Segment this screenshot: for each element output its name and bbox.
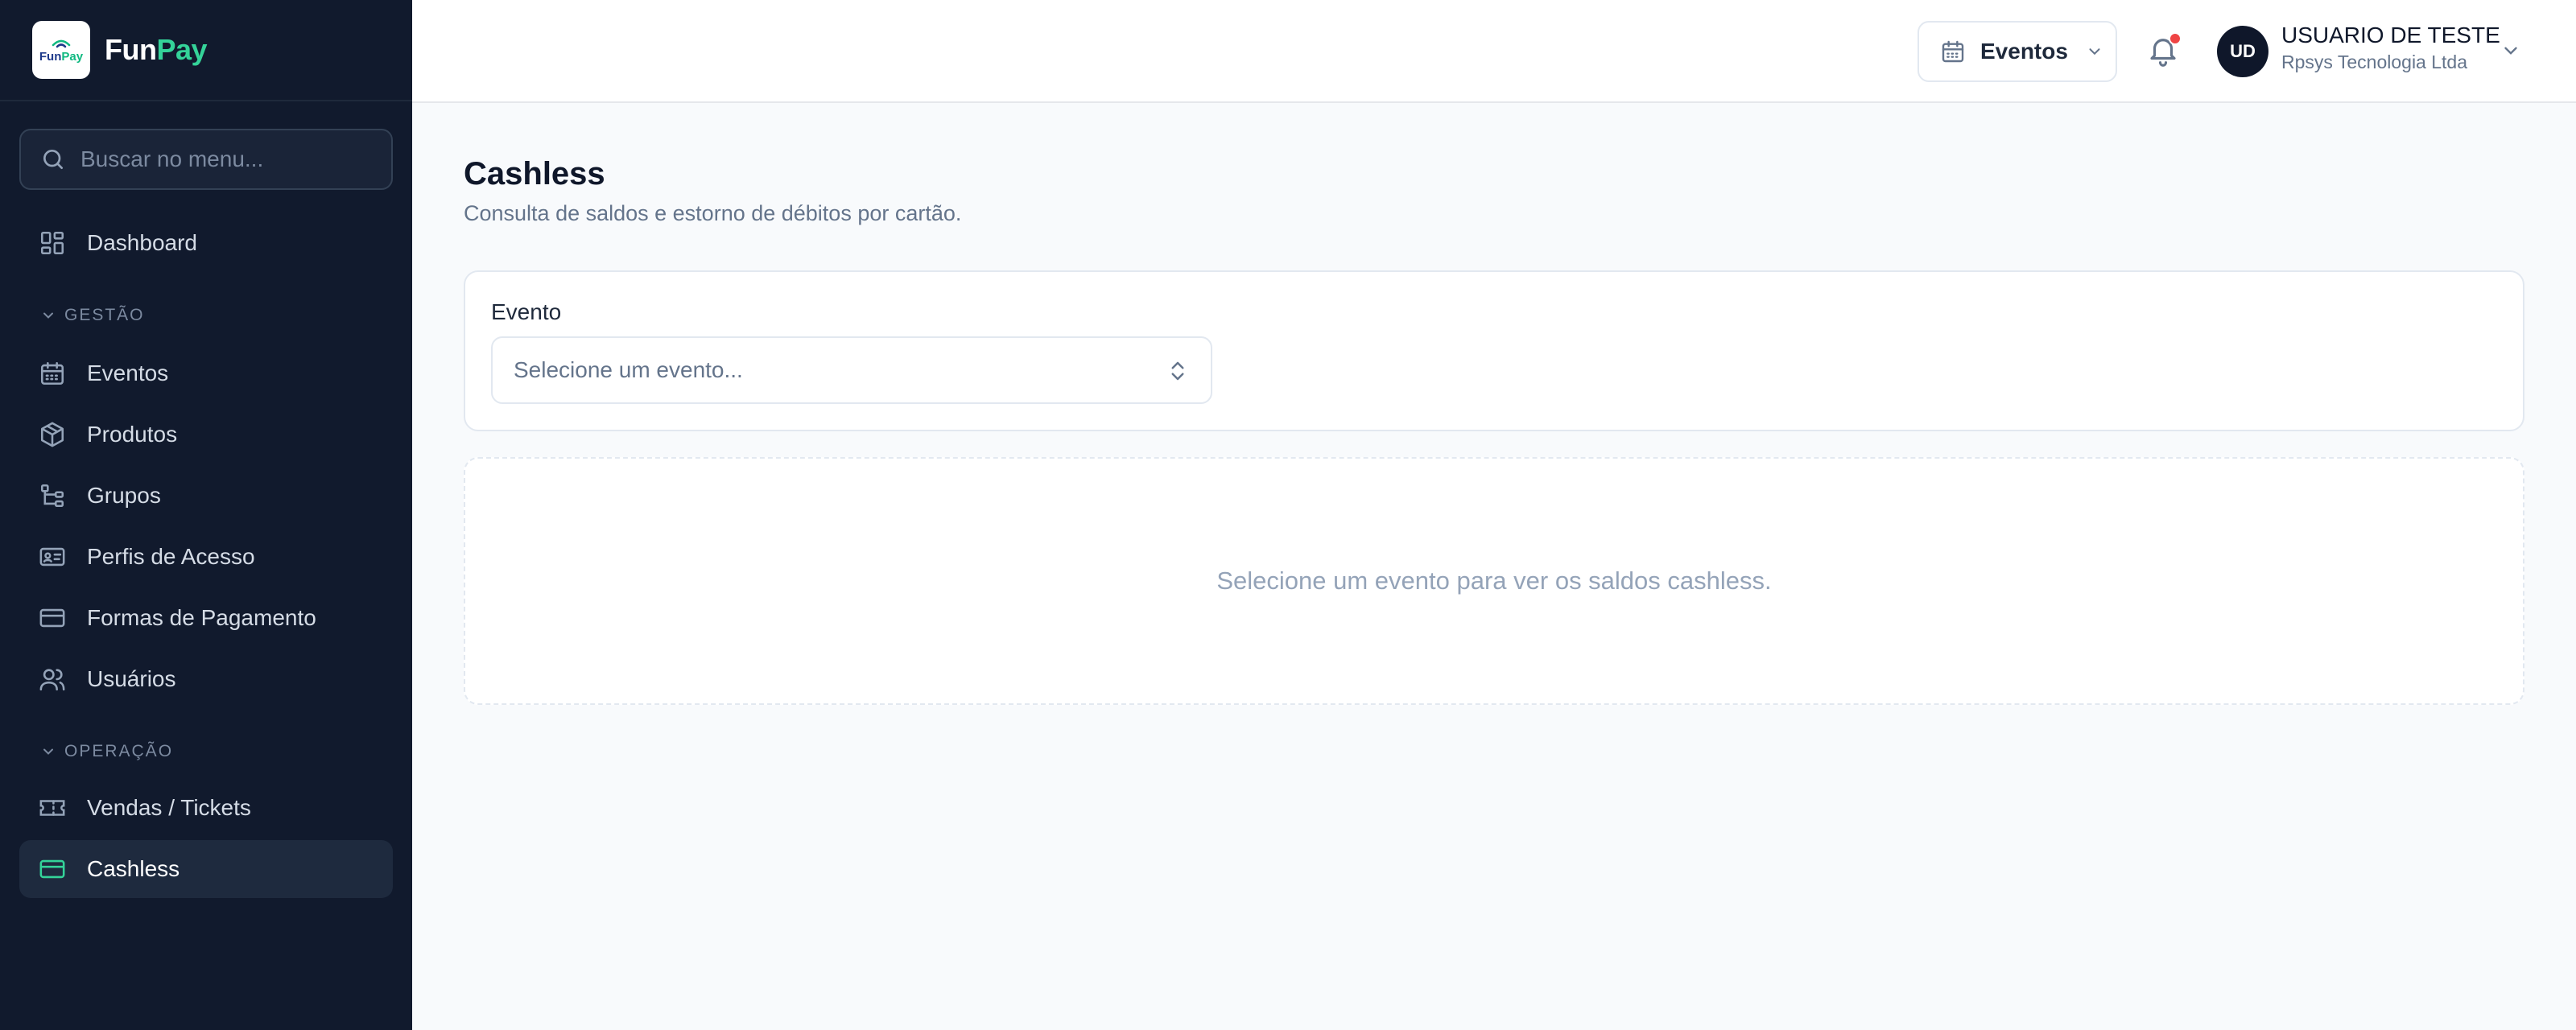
sidebar: FunPay FunPay Dashboard GESTÃO Eventos P… bbox=[0, 0, 412, 1030]
page-title: Cashless bbox=[464, 156, 605, 192]
logo-wifi-icon bbox=[52, 39, 71, 47]
event-select-placeholder: Selecione um evento... bbox=[514, 357, 743, 382]
user-name[interactable]: USUARIO DE TESTE bbox=[2281, 23, 2500, 48]
empty-state: Selecione um evento para ver os saldos c… bbox=[464, 457, 2524, 705]
sidebar-item-label: Grupos bbox=[87, 483, 161, 508]
users-icon bbox=[39, 669, 65, 691]
notification-dot bbox=[2169, 32, 2182, 45]
chevron-down-icon bbox=[43, 312, 53, 319]
section-label: GESTÃO bbox=[64, 306, 145, 324]
credit-card-icon bbox=[39, 859, 65, 879]
credit-card-icon bbox=[39, 608, 65, 628]
sidebar-item-cashless[interactable]: Cashless bbox=[19, 840, 393, 898]
chevron-down-icon bbox=[2089, 48, 2100, 56]
sidebar-item-label: Cashless bbox=[87, 856, 180, 881]
empty-state-message: Selecione um evento para ver os saldos c… bbox=[1216, 566, 1772, 595]
package-icon bbox=[40, 422, 64, 447]
sidebar-item-label: Dashboard bbox=[87, 230, 197, 255]
dashboard-icon bbox=[40, 231, 64, 255]
page-subtitle: Consulta de saldos e estorno de débitos … bbox=[464, 201, 962, 225]
sidebar-item-formas-de-pagamento[interactable]: Formas de Pagamento bbox=[19, 589, 393, 647]
logo-text: FunPay bbox=[39, 49, 84, 64]
sidebar-item-label: Perfis de Acesso bbox=[87, 544, 255, 569]
search-input[interactable] bbox=[80, 146, 370, 172]
sidebar-item-usuarios[interactable]: Usuários bbox=[19, 650, 393, 708]
sidebar-item-label: Formas de Pagamento bbox=[87, 605, 316, 630]
event-selector-label: Eventos bbox=[1980, 39, 2068, 64]
brand-name: FunPay bbox=[105, 33, 208, 66]
sidebar-item-label: Eventos bbox=[87, 360, 169, 385]
sidebar-item-label: Usuários bbox=[87, 666, 176, 691]
section-gestao[interactable]: GESTÃO bbox=[40, 306, 145, 325]
sidebar-item-vendas-tickets[interactable]: Vendas / Tickets bbox=[19, 779, 393, 837]
calendar-icon bbox=[40, 361, 64, 385]
sidebar-item-dashboard[interactable]: Dashboard bbox=[19, 214, 393, 272]
search-icon bbox=[43, 150, 63, 169]
sidebar-item-produtos[interactable]: Produtos bbox=[19, 406, 393, 464]
calendar-icon bbox=[1942, 40, 1964, 63]
section-operacao[interactable]: OPERAÇÃO bbox=[40, 742, 173, 761]
sidebar-item-eventos[interactable]: Eventos bbox=[19, 344, 393, 402]
avatar[interactable]: UD bbox=[2217, 26, 2268, 77]
brand-header: FunPay FunPay bbox=[0, 0, 412, 101]
sidebar-item-grupos[interactable]: Grupos bbox=[19, 467, 393, 525]
brand-logo[interactable]: FunPay bbox=[32, 21, 90, 79]
groups-icon bbox=[40, 484, 64, 508]
chevron-down-icon bbox=[43, 748, 53, 755]
event-select[interactable]: Selecione um evento... bbox=[491, 336, 1212, 404]
sidebar-item-label: Produtos bbox=[87, 422, 178, 447]
chevrons-up-down-icon bbox=[1171, 361, 1184, 381]
event-field-label: Evento bbox=[491, 299, 562, 324]
ticket-icon bbox=[39, 800, 65, 816]
sidebar-item-label: Vendas / Tickets bbox=[87, 795, 251, 820]
event-selector-button[interactable]: Eventos bbox=[1918, 21, 2117, 82]
user-company: Rpsys Tecnologia Ltda bbox=[2281, 52, 2467, 72]
id-card-icon bbox=[39, 547, 65, 566]
filter-card: Evento Selecione um evento... bbox=[464, 270, 2524, 431]
menu-search[interactable] bbox=[19, 129, 393, 190]
sidebar-item-perfis-de-acesso[interactable]: Perfis de Acesso bbox=[19, 528, 393, 586]
section-label: OPERAÇÃO bbox=[64, 742, 174, 760]
chevron-down-icon[interactable] bbox=[2500, 40, 2521, 61]
